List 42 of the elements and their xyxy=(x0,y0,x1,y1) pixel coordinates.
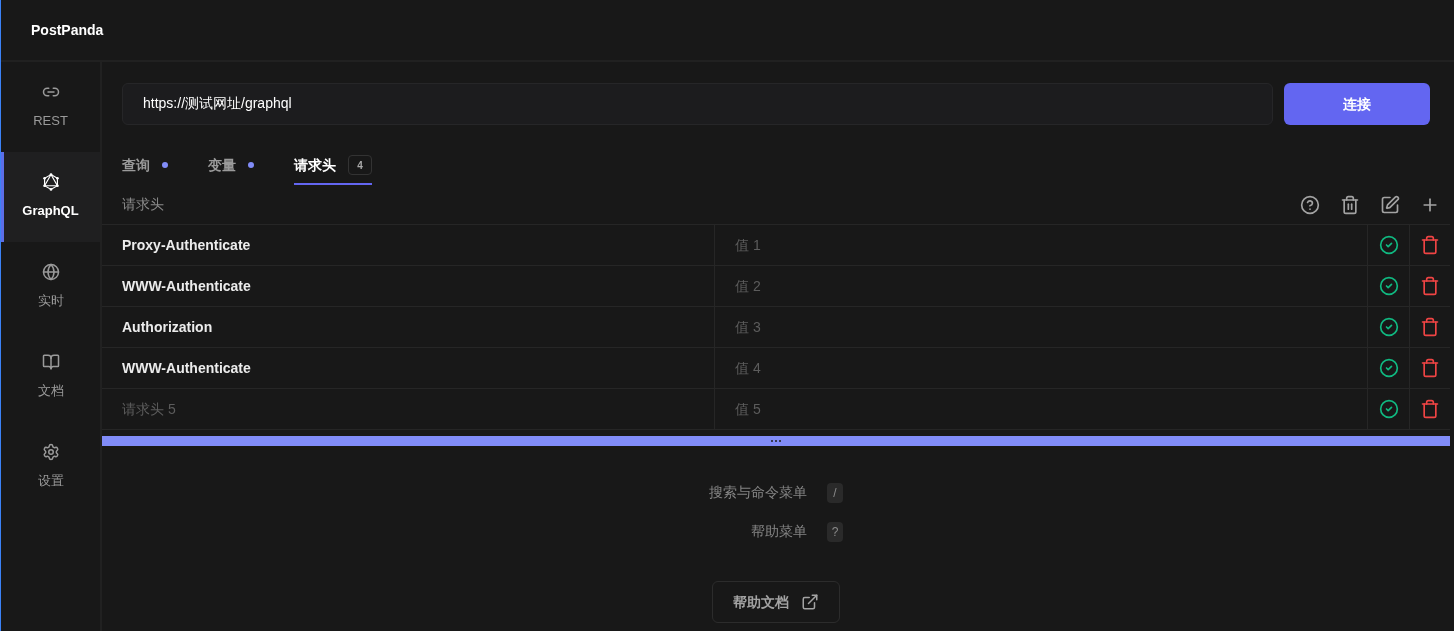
trash-icon xyxy=(1420,317,1440,337)
section-title: 请求头 xyxy=(122,195,164,214)
trash-icon xyxy=(1420,276,1440,296)
book-icon xyxy=(41,353,60,372)
tab[interactable]: 请求头 4 xyxy=(294,145,372,185)
sidebar-item[interactable]: 设置 xyxy=(1,422,100,512)
app-title: PostPanda xyxy=(31,20,104,40)
trash-icon xyxy=(1420,358,1440,378)
header-value-field[interactable]: 值 2 xyxy=(714,266,1367,306)
count-badge: 4 xyxy=(348,155,372,175)
header-value-field[interactable]: 值 1 xyxy=(714,225,1367,265)
sidebar-item[interactable]: GraphQL xyxy=(1,152,100,242)
shortcut-label: 帮助菜单 xyxy=(750,522,807,541)
help-icon xyxy=(1300,194,1320,215)
url-field[interactable]: https://测试网址/graphql xyxy=(122,83,1273,125)
globe-icon xyxy=(41,263,60,282)
header-key-field[interactable]: WWW-Authenticate xyxy=(102,348,714,388)
header-key-field[interactable]: Authorization xyxy=(102,307,714,347)
trash-icon xyxy=(1420,399,1440,419)
edit-icon xyxy=(1380,194,1400,215)
shortcut-key: ? xyxy=(827,521,843,542)
resize-handle[interactable] xyxy=(102,436,1450,446)
trash-icon xyxy=(1420,235,1440,255)
shortcut-key: / xyxy=(827,482,843,503)
trash-icon xyxy=(1340,194,1360,215)
header-key-field[interactable]: 请求头 5 xyxy=(102,389,714,429)
sidebar-item[interactable]: 实时 xyxy=(1,242,100,332)
hexagon-triangle-icon xyxy=(41,173,60,192)
sidebar-item[interactable]: 文档 xyxy=(1,332,100,422)
sidebar-item[interactable]: REST xyxy=(1,62,100,152)
external-link-icon xyxy=(801,593,819,611)
header-key-field[interactable]: Proxy-Authenticate xyxy=(102,225,714,265)
connect-button[interactable]: 连接 xyxy=(1284,83,1430,125)
header-value-field[interactable]: 值 3 xyxy=(714,307,1367,347)
tab[interactable]: 变量 xyxy=(208,145,254,185)
header-key-field[interactable]: WWW-Authenticate xyxy=(102,266,714,306)
shortcut-label: 搜索与命令菜单 xyxy=(709,483,807,502)
tab[interactable]: 查询 xyxy=(122,145,168,185)
header-value-field[interactable]: 值 5 xyxy=(714,389,1367,429)
help-docs-button[interactable]: 帮助文档 xyxy=(712,581,840,623)
settings-icon xyxy=(41,443,60,462)
header-value-field[interactable]: 值 4 xyxy=(714,348,1367,388)
